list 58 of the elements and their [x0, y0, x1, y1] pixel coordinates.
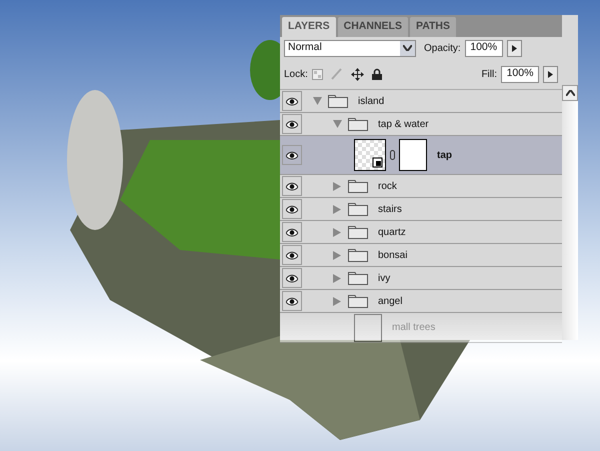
- layer-row[interactable]: quartz: [280, 221, 562, 244]
- layer-name: ivy: [378, 272, 390, 286]
- layer-name: bonsai: [378, 248, 408, 262]
- scroll-up-button[interactable]: [562, 85, 578, 101]
- eye-icon[interactable]: [286, 250, 298, 260]
- panel-tab[interactable]: PATHS: [410, 17, 456, 37]
- layer-row[interactable]: tap & water: [280, 113, 562, 136]
- panel-tab[interactable]: LAYERS: [282, 17, 336, 37]
- layer-mask-thumbnail: [399, 139, 427, 171]
- opacity-field[interactable]: 100%: [464, 40, 503, 56]
- layer-name: tap: [437, 148, 452, 162]
- layer-name: angel: [378, 294, 402, 308]
- layer-row[interactable]: ivy: [280, 267, 562, 290]
- eye-icon[interactable]: [286, 228, 298, 236]
- eye-icon[interactable]: [286, 274, 298, 282]
- layer-row[interactable]: rock: [280, 175, 562, 198]
- caret-icon: [566, 90, 574, 96]
- lock-icon[interactable]: [372, 68, 382, 80]
- layer-row[interactable]: bonsai: [280, 244, 562, 267]
- eye-icon[interactable]: [286, 150, 298, 160]
- caret-icon: [403, 45, 412, 51]
- layer-name: rock: [378, 180, 397, 194]
- layer-name: mall trees: [392, 321, 436, 335]
- blend-mode-dropdown[interactable]: Normal: [284, 40, 416, 56]
- folder-icon: [348, 294, 368, 308]
- link-icon[interactable]: [390, 150, 395, 160]
- folder-icon: [348, 116, 368, 131]
- eye-icon[interactable]: [286, 204, 298, 214]
- folder-icon: [348, 248, 368, 262]
- layer-thumbnail: [354, 139, 386, 171]
- fill-field[interactable]: 100%: [501, 66, 539, 82]
- layer-name: stairs: [378, 202, 402, 216]
- folder-icon: [348, 270, 368, 285]
- layer-row[interactable]: tap: [280, 136, 562, 175]
- move-icon[interactable]: [350, 68, 364, 80]
- stepper-button[interactable]: [506, 40, 522, 56]
- layer-row[interactable]: stairs: [280, 198, 562, 221]
- panel-tab[interactable]: CHANNELS: [338, 17, 408, 37]
- layer-name: island: [358, 94, 384, 108]
- folder-icon: [328, 94, 348, 108]
- opacity-label: Opacity:: [424, 42, 461, 56]
- eye-icon[interactable]: [286, 120, 298, 128]
- eye-icon[interactable]: [286, 296, 298, 306]
- layer-row[interactable]: island: [280, 90, 562, 113]
- layer-name: quartz: [378, 226, 406, 240]
- arrow-icon: [512, 44, 517, 52]
- arrow-icon: [548, 70, 553, 78]
- layer-name: tap & water: [378, 118, 429, 132]
- eye-icon[interactable]: [286, 96, 298, 106]
- folder-icon: [348, 202, 368, 216]
- folder-icon: [348, 178, 368, 193]
- folder-icon: [348, 224, 368, 239]
- fill-label: Fill:: [481, 68, 497, 82]
- layer-row[interactable]: angel: [280, 290, 562, 313]
- stepper-button[interactable]: [543, 66, 558, 82]
- lock-label: Lock:: [284, 68, 308, 82]
- layer-thumbnail: [354, 314, 382, 342]
- eye-icon[interactable]: [286, 182, 298, 190]
